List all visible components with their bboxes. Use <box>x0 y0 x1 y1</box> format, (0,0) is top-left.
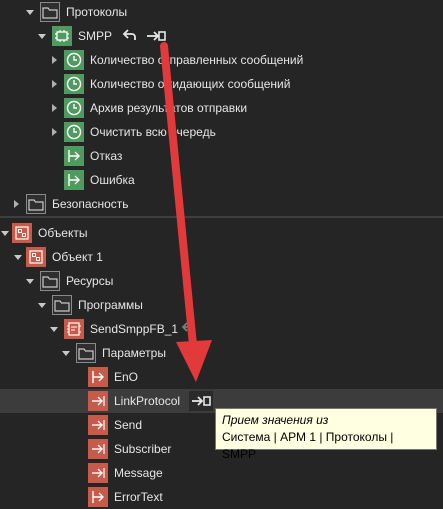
collapse-toggle[interactable] <box>26 279 34 284</box>
tree-node-programs[interactable]: Программы <box>0 293 443 317</box>
tree-label: Параметры <box>102 346 166 360</box>
clock-icon <box>64 74 84 94</box>
param-row[interactable]: EnO <box>0 365 443 389</box>
tree-label: Очистить всю очередь <box>90 125 216 139</box>
collapse-toggle[interactable] <box>62 351 70 356</box>
param-label: Subscriber <box>114 442 172 456</box>
expand-toggle[interactable] <box>52 128 57 136</box>
function-block-icon <box>64 319 84 339</box>
smpp-module-icon <box>52 26 72 46</box>
tree-node-security[interactable]: Безопасность <box>0 192 443 216</box>
tree-label: Отказ <box>90 149 123 163</box>
tree-node-error[interactable]: Ошибка <box>0 168 443 192</box>
tree-node-pending-count[interactable]: Количество ожидающих сообщений <box>0 72 443 96</box>
expand-toggle[interactable] <box>52 80 57 88</box>
collapse-toggle[interactable] <box>1 231 9 236</box>
param-label: ErrorText <box>114 490 163 504</box>
folder-icon <box>76 343 96 363</box>
object-icon <box>26 247 46 267</box>
panel-splitter[interactable] <box>0 216 443 218</box>
tree-node-protocols[interactable]: Протоколы <box>0 0 443 24</box>
collapse-toggle[interactable] <box>14 255 22 260</box>
tree-label: Объекты <box>38 226 88 240</box>
expand-toggle[interactable] <box>14 200 19 208</box>
collapse-toggle[interactable] <box>26 10 34 15</box>
expand-toggle[interactable] <box>52 104 57 112</box>
tooltip-path: Система | АРМ 1 | Протоколы | SMPP <box>222 430 394 461</box>
param-label: Message <box>114 466 163 480</box>
clock-icon <box>64 50 84 70</box>
folder-icon <box>52 295 72 315</box>
output-signal-icon <box>64 170 84 190</box>
param-row[interactable]: ErrorText <box>0 485 443 509</box>
tree-label: Количество ожидающих сообщений <box>90 77 291 91</box>
tree-label: Протоколы <box>66 5 128 19</box>
link-input-icon[interactable] <box>189 391 213 411</box>
param-row[interactable]: Message <box>0 461 443 485</box>
objects-icon <box>12 223 32 243</box>
param-label: EnO <box>114 370 139 384</box>
tree-label: SendSmppFB_1 <box>90 322 179 336</box>
folder-icon <box>40 271 60 291</box>
expand-toggle[interactable] <box>52 56 57 64</box>
link-output-icon[interactable] <box>144 26 168 46</box>
tree-node-resources[interactable]: Ресурсы <box>0 269 443 293</box>
tree-label: Объект 1 <box>52 250 103 264</box>
collapse-toggle[interactable] <box>38 303 46 308</box>
tree-label: Ресурсы <box>66 274 114 288</box>
folder-icon <box>26 194 46 214</box>
folder-icon <box>40 2 60 22</box>
tree-node-clear-queue[interactable]: Очистить всю очередь <box>0 120 443 144</box>
tree-label: Ошибка <box>90 173 135 187</box>
output-param-icon <box>88 367 108 387</box>
collapse-toggle[interactable] <box>50 327 58 332</box>
link-tooltip: Прием значения из Система | АРМ 1 | Прот… <box>215 408 437 461</box>
tree-label: Архив результатов отправки <box>90 101 248 115</box>
tree-node-program-item[interactable]: SendSmppFB_1 <box>0 317 443 341</box>
tree-node-smpp[interactable]: SMPP <box>0 24 443 48</box>
tree-node-object1[interactable]: Объект 1 <box>0 245 443 269</box>
tree-label: Безопасность <box>52 197 129 211</box>
undo-link-icon[interactable] <box>178 319 200 339</box>
param-label: LinkProtocol <box>114 394 181 408</box>
tree-label: Количество отправленных сообщений <box>90 53 304 67</box>
undo-link-icon[interactable] <box>119 26 141 46</box>
input-param-icon <box>88 439 108 459</box>
output-signal-icon <box>64 146 84 166</box>
tree-node-objects[interactable]: Объекты <box>0 221 443 245</box>
input-param-icon <box>88 463 108 483</box>
tree-node-sent-count[interactable]: Количество отправленных сообщений <box>0 48 443 72</box>
output-param-icon <box>88 487 108 507</box>
clock-icon <box>64 122 84 142</box>
input-param-icon <box>88 415 108 435</box>
input-param-icon <box>88 391 108 411</box>
param-label: Send <box>114 418 143 432</box>
clock-icon <box>64 98 84 118</box>
tree-node-refusal[interactable]: Отказ <box>0 144 443 168</box>
tree-node-send-archive[interactable]: Архив результатов отправки <box>0 96 443 120</box>
tooltip-title: Прием значения из <box>222 413 329 427</box>
collapse-toggle[interactable] <box>38 34 46 39</box>
tree-node-parameters[interactable]: Параметры <box>0 341 443 365</box>
tree-label: SMPP <box>78 29 113 43</box>
tree-label: Программы <box>78 298 143 312</box>
